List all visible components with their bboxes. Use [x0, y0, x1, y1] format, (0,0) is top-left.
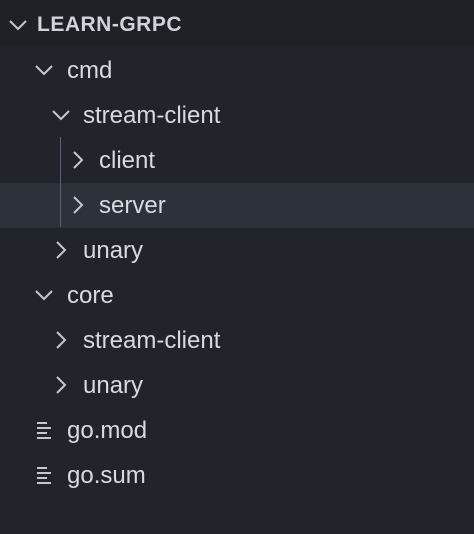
- tree-item-client[interactable]: client: [0, 138, 474, 183]
- chevron-right-icon[interactable]: [66, 148, 90, 172]
- tree-item-core[interactable]: core: [0, 273, 474, 318]
- tree-item-stream-client[interactable]: stream-client: [0, 318, 474, 363]
- explorer-section-header[interactable]: LEARN-GRPC: [0, 0, 474, 46]
- tree-item-cmd[interactable]: cmd: [0, 48, 474, 93]
- chevron-right-icon[interactable]: [66, 193, 90, 217]
- file-lines-icon: [35, 418, 59, 442]
- tree-item-label: go.mod: [67, 417, 148, 444]
- tree-item-unary[interactable]: unary: [0, 228, 474, 273]
- tree-item-label: server: [99, 192, 166, 219]
- tree-item-label: core: [67, 282, 114, 309]
- tree-item-label: unary: [83, 372, 144, 399]
- chevron-down-icon[interactable]: [32, 283, 56, 307]
- chevron-right-icon[interactable]: [49, 328, 73, 352]
- tree-item-label: unary: [83, 237, 144, 264]
- tree-item-unary[interactable]: unary: [0, 363, 474, 408]
- tree-item-stream-client[interactable]: stream-client: [0, 93, 474, 138]
- tree-item-label: cmd: [67, 57, 113, 84]
- chevron-down-icon[interactable]: [6, 13, 30, 37]
- chevron-down-icon[interactable]: [49, 103, 73, 127]
- tree-item-label: go.sum: [67, 462, 146, 489]
- workspace-title: LEARN-GRPC: [37, 13, 182, 36]
- file-explorer: LEARN-GRPC cmd stream-client client serv…: [0, 0, 474, 534]
- indent-guide: [60, 137, 61, 227]
- tree-item-label: stream-client: [83, 327, 221, 354]
- tree-item-label: client: [99, 147, 156, 174]
- tree-item-go-mod[interactable]: go.mod: [0, 408, 474, 453]
- tree-item-go-sum[interactable]: go.sum: [0, 453, 474, 498]
- chevron-down-icon[interactable]: [32, 58, 56, 82]
- file-lines-icon: [35, 463, 59, 487]
- chevron-right-icon[interactable]: [49, 373, 73, 397]
- chevron-right-icon[interactable]: [49, 238, 73, 262]
- tree-item-server[interactable]: server: [0, 183, 474, 228]
- tree-item-label: stream-client: [83, 102, 221, 129]
